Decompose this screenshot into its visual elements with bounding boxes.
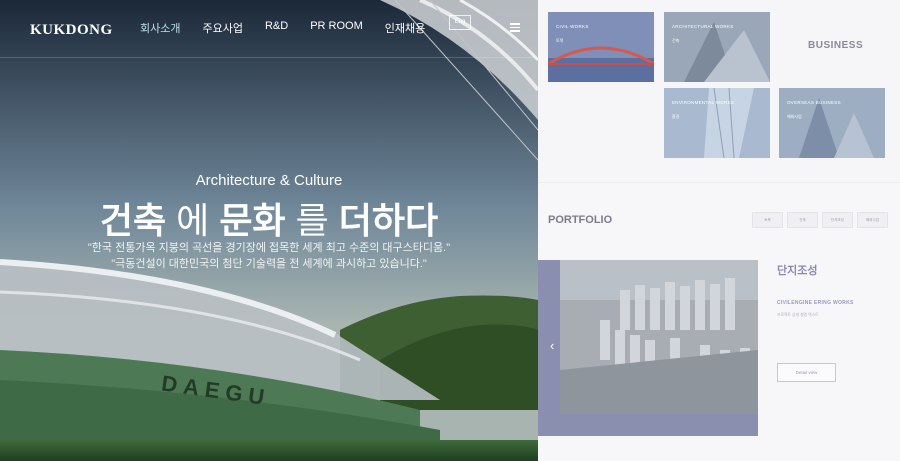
building-image (664, 12, 770, 82)
business-title: BUSINESS (808, 40, 864, 51)
project-category: CIVILENGINE ERING WORKS (777, 300, 854, 306)
hero-title-particle: 에 (176, 200, 210, 241)
main-nav: 회사소개 주요사업 R&D PR ROOM 인재채용 (140, 20, 447, 36)
hamburger-icon[interactable] (510, 23, 520, 32)
nav-item-rnd[interactable]: R&D (265, 20, 288, 36)
portfolio-slider: ‹ (538, 260, 758, 436)
business-card-label: OVERSEAS BUSINESS (787, 100, 841, 105)
hero-subtitle: Architecture & Culture (195, 172, 343, 189)
hero-desc-line: "한국 전통가옥 지붕의 곡선을 경기장에 접목한 세계 최고 수준의 대구스타… (87, 242, 451, 254)
logo[interactable]: KUKDONG (30, 22, 113, 39)
tab-overseas[interactable]: 해외사업 (857, 212, 888, 228)
business-card-sub: 환경 (672, 114, 680, 119)
hero-title-word: 문화 (219, 200, 286, 241)
business-card-sub: 건축 (672, 38, 680, 43)
apartment-complex-image (560, 260, 758, 414)
nav-item-careers[interactable]: 인재채용 (385, 20, 425, 36)
business-section: CIVIL WORKS 토목 ARCHITECTURAL WORKS 건축 EN… (538, 0, 900, 183)
hero-title: 건축 에 문화 를 더하다 (0, 192, 538, 244)
portfolio-tabs: 토목 건축 단지조성 해외사업 (752, 212, 892, 228)
hero-description: "한국 전통가옥 지붕의 곡선을 경기장에 접목한 세계 최고 수준의 대구스타… (0, 240, 538, 272)
nav-item-company[interactable]: 회사소개 (140, 20, 180, 36)
hero-title-particle: 를 (295, 200, 329, 241)
right-panel: CIVIL WORKS 토목 ARCHITECTURAL WORKS 건축 EN… (538, 0, 900, 461)
business-card-overseas[interactable]: OVERSEAS BUSINESS 해외사업 (779, 88, 885, 158)
nav-item-business[interactable]: 주요사업 (202, 20, 242, 36)
prev-arrow-icon[interactable]: ‹ (550, 338, 554, 353)
hero-title-word: 더하다 (338, 200, 439, 241)
language-button[interactable]: Eng (449, 15, 471, 30)
hero-title-word: 건축 (99, 200, 167, 241)
project-title: 단지조성 (777, 265, 818, 277)
skyline-image (779, 88, 885, 158)
hero-desc-line: "극동건설이 대한민국의 첨단 기술력을 전 세계에 과시하고 있습니다." (111, 258, 427, 270)
business-card-environmental[interactable]: ENVIRONMENTAL WORKS 환경 (664, 88, 770, 158)
tab-architectural[interactable]: 건축 (787, 212, 818, 228)
tab-civil[interactable]: 토목 (752, 212, 783, 228)
business-card-label: ARCHITECTURAL WORKS (672, 24, 734, 29)
bridge-image (548, 12, 654, 82)
top-navigation: KUKDONG 회사소개 주요사업 R&D PR ROOM 인재채용 Eng (0, 0, 538, 58)
business-card-label: ENVIRONMENTAL WORKS (672, 100, 735, 105)
portfolio-image (560, 260, 758, 414)
tab-site-development[interactable]: 단지조성 (822, 212, 853, 228)
tower-image (664, 88, 770, 158)
business-card-sub: 해외사업 (787, 114, 802, 119)
business-card-architectural[interactable]: ARCHITECTURAL WORKS 건축 (664, 12, 770, 82)
hero-section: DAEGU KUKDONG 회사소개 주요사업 R&D PR ROOM 인재채용… (0, 0, 538, 461)
business-card-sub: 토목 (556, 38, 564, 43)
nav-item-pr-room[interactable]: PR ROOM (310, 20, 363, 36)
project-description: 프로젝트 상세 설명 텍스트 (777, 313, 819, 317)
portfolio-title: PORTFOLIO (548, 214, 613, 226)
business-card-civil[interactable]: CIVIL WORKS 토목 (548, 12, 654, 82)
portfolio-section: PORTFOLIO 토목 건축 단지조성 해외사업 ‹ 단지조성 CIVILEN… (538, 184, 900, 461)
detail-view-button[interactable]: Detail view (777, 363, 836, 382)
business-card-label: CIVIL WORKS (556, 24, 589, 29)
